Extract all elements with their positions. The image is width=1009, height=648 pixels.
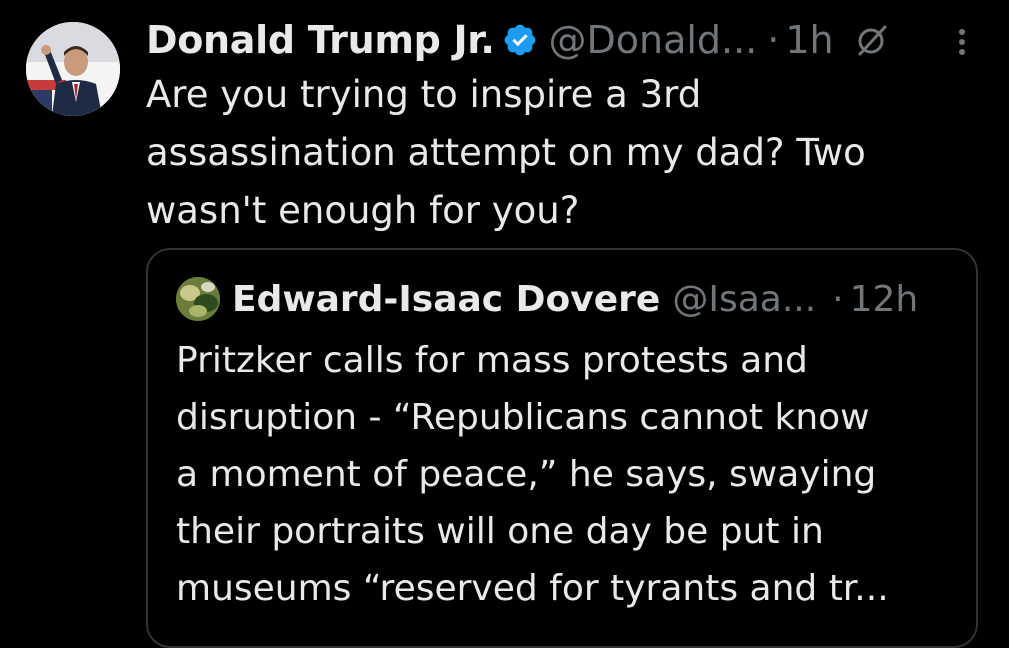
more-vertical-icon[interactable]	[948, 24, 976, 60]
author-avatar[interactable]	[26, 22, 120, 116]
quoted-tweet-text: Pritzker calls for mass protests and dis…	[176, 340, 889, 609]
quoted-timestamp[interactable]: 12h	[850, 279, 919, 320]
author-name[interactable]: Donald Trump Jr.	[146, 18, 495, 62]
tweet-header: Donald Trump Jr. @Donald... · 1h	[146, 14, 890, 66]
quoted-tweet[interactable]: Edward-Isaac Dovere @Isaa... · 12h Pritz…	[146, 248, 978, 648]
verified-badge-icon	[502, 22, 538, 58]
quoted-author-name[interactable]: Edward-Isaac Dovere	[232, 279, 660, 320]
author-handle[interactable]: @Donald...	[548, 18, 757, 62]
grok-icon[interactable]	[854, 22, 890, 58]
quoted-tweet-header: Edward-Isaac Dovere @Isaa... · 12h	[176, 274, 918, 324]
quoted-separator-dot: ·	[832, 278, 844, 320]
quoted-author-avatar[interactable]	[176, 277, 220, 321]
quoted-author-handle[interactable]: @Isaa...	[672, 279, 816, 320]
timestamp[interactable]: 1h	[785, 18, 833, 62]
separator-dot: ·	[767, 18, 780, 62]
tweet-text: Are you trying to inspire a 3rd assassin…	[146, 73, 866, 232]
